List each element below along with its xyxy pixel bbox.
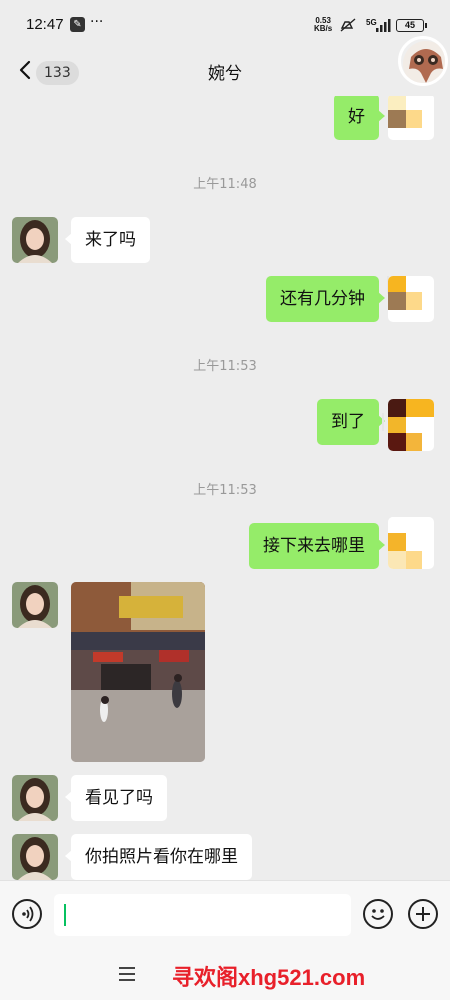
voice-icon <box>22 906 34 922</box>
mute-icon <box>340 18 356 32</box>
watermark: 寻欢阁xhg521.com <box>172 965 366 990</box>
message-input[interactable] <box>54 894 351 936</box>
status-bar: 12:47 ✎ ··· 0.53 KB/s 5G 45 <box>0 0 450 44</box>
chat-header: 133 婉兮 <box>0 36 450 96</box>
signal-bars-icon <box>376 19 391 32</box>
image-message[interactable] <box>71 582 205 762</box>
wrench-icon: ✎ <box>70 17 85 32</box>
message-bubble[interactable]: 接下来去哪里 <box>249 523 385 569</box>
contact-avatar[interactable] <box>12 775 58 821</box>
message-bubble[interactable]: 到了 <box>317 399 385 445</box>
more-notifications-icon: ··· <box>90 14 104 30</box>
status-time: 12:47 <box>26 16 64 33</box>
message-bubble[interactable]: 来了吗 <box>65 217 150 263</box>
battery-indicator: 45 <box>396 19 427 32</box>
message-incoming: 你拍照片看你在哪里 <box>0 834 450 880</box>
avatar-image <box>388 276 434 322</box>
plus-icon <box>416 907 430 921</box>
contact-avatar[interactable] <box>12 582 58 628</box>
my-avatar[interactable] <box>388 399 434 451</box>
emoji-button[interactable] <box>363 899 393 929</box>
message-outgoing: 到了 <box>0 399 450 451</box>
avatar-image <box>12 834 58 880</box>
text-caret <box>64 904 66 926</box>
more-options-button[interactable] <box>408 899 438 929</box>
message-bubble[interactable]: 你拍照片看你在哪里 <box>65 834 252 880</box>
street-photo <box>71 582 205 762</box>
contact-avatar[interactable] <box>12 834 58 880</box>
emoji-icon <box>371 909 385 920</box>
message-incoming <box>0 582 450 762</box>
voice-button[interactable] <box>12 899 42 929</box>
timestamp: 上午11:53 <box>193 483 257 498</box>
menu-icon[interactable] <box>117 966 137 982</box>
net-speed-unit: KB/s <box>314 24 333 33</box>
message-outgoing: 还有几分钟 <box>0 276 450 322</box>
message-outgoing: 好 <box>0 96 450 142</box>
my-avatar[interactable] <box>388 96 434 140</box>
battery-level: 45 <box>404 20 415 30</box>
read-indicator <box>382 413 384 431</box>
net-speed: 0.53 KB/s <box>314 17 332 33</box>
system-nav-bar: 寻欢阁xhg521.com <box>0 950 450 1000</box>
message-list[interactable]: 好 上午11:48 来了吗 还有几分钟 上午11:53 到了 上午11:53 接… <box>0 96 450 880</box>
avatar-image <box>388 517 434 569</box>
my-avatar[interactable] <box>388 517 434 569</box>
message-bubble[interactable]: 看见了吗 <box>65 775 167 821</box>
avatar-image <box>12 582 58 628</box>
avatar-image <box>12 217 58 263</box>
timestamp: 上午11:48 <box>193 177 257 192</box>
my-avatar[interactable] <box>388 276 434 322</box>
message-incoming: 来了吗 <box>0 217 450 263</box>
chat-title: 婉兮 <box>208 64 242 84</box>
avatar-image <box>388 96 434 140</box>
timestamp: 上午11:53 <box>193 359 257 374</box>
message-incoming: 看见了吗 <box>0 775 450 821</box>
avatar-image <box>388 399 434 451</box>
profile-avatar[interactable] <box>398 36 448 86</box>
avatar-image <box>12 775 58 821</box>
contact-avatar[interactable] <box>12 217 58 263</box>
message-outgoing: 接下来去哪里 <box>0 517 450 569</box>
message-bubble[interactable]: 还有几分钟 <box>266 276 385 322</box>
message-bubble[interactable]: 好 <box>334 96 385 140</box>
input-bar <box>0 880 450 950</box>
